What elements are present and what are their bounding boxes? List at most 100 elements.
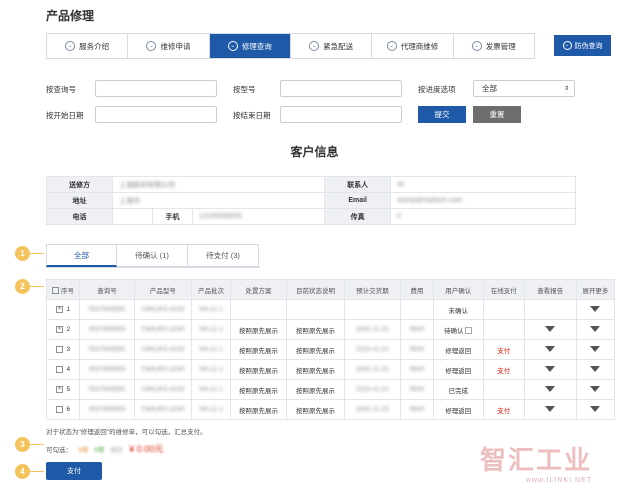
row-no: 1 (66, 306, 71, 314)
row-status-value: 按照原先展示 (295, 387, 335, 395)
row-checkbox[interactable]: × (55, 305, 63, 313)
expand-more-icon[interactable] (590, 326, 601, 333)
row-eta: 2020-11-22 (343, 379, 401, 400)
row-plan: 按照原先展示 (230, 399, 287, 420)
submit-button[interactable]: 提交 (418, 106, 466, 123)
row-no: 5 (66, 386, 71, 394)
row-pay-link[interactable]: 支付 (497, 348, 510, 355)
expand-more-icon[interactable] (590, 306, 601, 313)
model-input[interactable] (280, 80, 402, 97)
row-expand (575, 319, 616, 340)
row-model-value: CMSJKS-3230 (141, 326, 185, 333)
tab-urgent-delivery[interactable]: ⌄ 紧急配送 (291, 34, 373, 58)
row-report (523, 399, 577, 420)
row-checkbox[interactable]: × (55, 325, 63, 333)
row-status: 按照原先展示 (285, 319, 345, 340)
row-pay (482, 379, 525, 400)
payment-note: 对于状态为"修理返回"的维修单，可以勾选，汇总支付。 (46, 429, 207, 436)
view-report-dropdown-icon[interactable] (545, 366, 556, 373)
row-batch: SN-11-1 (190, 299, 232, 320)
row-query: 5027909555 (79, 379, 135, 400)
row-pay-link[interactable]: 支付 (497, 368, 510, 375)
chevron-down-icon: ⌄ (562, 41, 572, 50)
header-no-label: 序号 (60, 287, 74, 295)
tab-repair-query[interactable]: ⌄ 修理查询 (209, 34, 291, 58)
table-row: × 5 5027909555 CMSJKS-3230 SN-11-1 按照原先展示 按照原… (45, 379, 616, 400)
anti-fake-query-button[interactable]: ⌄ 防伪查询 (554, 35, 611, 56)
view-report-dropdown-icon[interactable] (545, 406, 556, 413)
row-fee-value: 9500 (409, 346, 425, 353)
row-pay: 支付 (482, 399, 525, 420)
confirm-checkbox[interactable] (465, 327, 473, 335)
row-expand (575, 299, 616, 320)
fax-value: 0 (397, 213, 402, 220)
start-date-input[interactable] (95, 106, 217, 123)
row-model-value: CMSJKS-3230 (141, 306, 185, 313)
row-pay: 支付 (482, 359, 525, 380)
contact-value: wr (397, 181, 405, 188)
view-report-dropdown-icon[interactable] (545, 386, 556, 393)
tab-agent-repair[interactable]: ⌄ 代理商维修 (372, 34, 454, 58)
row-query: 5027909555 (79, 319, 135, 340)
tab-service-intro[interactable]: ⌄ 服务介绍 (47, 34, 129, 58)
reset-button[interactable]: 重置 (473, 106, 521, 123)
tab-repair-request[interactable]: ⌄ 维修申请 (128, 34, 210, 58)
expand-more-icon[interactable] (590, 406, 601, 413)
view-report-dropdown-icon[interactable] (545, 326, 556, 333)
pay-button[interactable]: 支付 (46, 462, 102, 480)
row-checkbox[interactable]: × (55, 385, 63, 393)
expand-more-icon[interactable] (590, 386, 601, 393)
model-label: 按型号 (233, 85, 256, 94)
row-status-value: 按照原先展示 (295, 347, 335, 355)
row-confirm-value: 待确认 (443, 327, 464, 335)
fax-label: 传真 (324, 208, 392, 225)
select-all-checkbox[interactable] (52, 287, 60, 295)
row-model-value: CMSJKS-3230 (141, 406, 185, 413)
row-checkbox[interactable] (55, 365, 63, 373)
row-no: 3 (66, 346, 71, 354)
row-fee: 9500 (399, 399, 434, 420)
orders-table: 序号 查询号 产品型号 产品批次 处置方案 目前状态说明 预计交货期 费用 用户… (45, 279, 616, 420)
row-batch: SN-11-1 (190, 379, 232, 400)
row-model: CMSJKS-3230 (133, 299, 192, 320)
status-tabs: 全部 待确认 (1) 待支付 (3) (46, 244, 260, 268)
chevron-down-icon: ⌄ (146, 41, 157, 51)
row-pay-link[interactable]: 支付 (497, 408, 510, 415)
progress-select[interactable]: 全部 ⇕ (473, 80, 575, 97)
tab-invoice-management[interactable]: ⌄ 发票管理 (454, 34, 534, 58)
row-confirm-value: 已完成 (448, 387, 468, 395)
selection-summary: 可勾选： 3项 0项 合计 ¥ 0.00元 (46, 442, 163, 455)
row-query-value: 5027909555 (88, 366, 126, 373)
row-batch: SN-11-1 (190, 319, 232, 340)
header-expand: 展开更多 (575, 279, 616, 300)
tab-label: 服务介绍 (79, 41, 110, 51)
expand-more-icon[interactable] (590, 366, 601, 373)
row-eta-value: 2020-11-23 (355, 406, 389, 413)
header-confirm: 用户确认 (432, 279, 484, 300)
status-tab-all[interactable]: 全部 (46, 244, 117, 267)
row-eta (343, 299, 401, 320)
status-tab-pending-confirm[interactable]: 待确认 (1) (117, 244, 188, 267)
status-tab-pending-payment[interactable]: 待支付 (3) (188, 244, 259, 267)
watermark-logo: 智汇工业 www.ILINKI.NET (480, 440, 592, 484)
query-no-input[interactable] (95, 80, 217, 97)
row-confirm: 待确认 (432, 319, 484, 340)
view-report-dropdown-icon[interactable] (545, 346, 556, 353)
row-confirm-value: 未确认 (448, 307, 468, 315)
row-batch-value: SN-11-1 (199, 406, 223, 413)
row-status: 按照原先展示 (285, 339, 345, 360)
row-no: 6 (66, 406, 71, 414)
end-date-input[interactable] (280, 106, 402, 123)
expand-more-icon[interactable] (590, 346, 601, 353)
row-plan-value: 按照原先展示 (239, 347, 279, 355)
row-no-cell: × 2 (45, 319, 81, 340)
header-report: 查看报告 (523, 279, 577, 300)
row-query-value: 5027909555 (88, 386, 126, 393)
contact-label: 联系人 (324, 176, 392, 193)
row-fee-value: 9500 (409, 406, 425, 413)
row-model-value: CMSJKS-3230 (141, 386, 185, 393)
row-checkbox[interactable] (55, 405, 63, 413)
row-fee: 9500 (399, 379, 434, 400)
row-query-value: 5027909555 (88, 306, 126, 313)
row-checkbox[interactable] (55, 345, 63, 353)
